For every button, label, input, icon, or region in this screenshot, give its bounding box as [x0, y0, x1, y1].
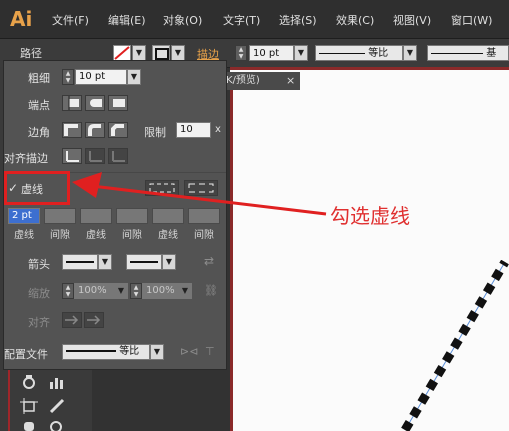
round-cap-button[interactable] [85, 95, 105, 111]
profile-select-value: 等比 [119, 346, 140, 357]
weight-dropdown-icon[interactable]: ▼ [127, 69, 141, 85]
end-arrow-line-icon [130, 261, 158, 263]
dashed-path[interactable] [400, 260, 509, 431]
limit-unit: x [215, 124, 221, 135]
end-scale-input[interactable]: 100% [142, 283, 178, 299]
weight-spinner[interactable]: ▲ ▼ [62, 69, 74, 85]
no-fill-icon [114, 46, 130, 60]
variable-width-profile[interactable]: 等比 [315, 45, 403, 61]
annotation-arrow [72, 172, 327, 216]
app-logo: Ai [10, 7, 33, 31]
zoom-tool-icon[interactable] [48, 420, 66, 431]
menu-file[interactable]: 文件(F) [52, 12, 89, 28]
profile-select-dropdown-icon[interactable]: ▼ [150, 344, 164, 360]
stroke-color-icon [155, 48, 169, 60]
projecting-cap-button[interactable] [108, 95, 128, 111]
stroke-weight-spinner[interactable]: ▲ ▼ [235, 45, 247, 61]
stroke-weight-dropdown-icon[interactable]: ▼ [294, 45, 308, 61]
end-scale-spinner[interactable]: ▲ ▼ [130, 283, 142, 299]
butt-cap-icon [68, 96, 79, 110]
menu-type[interactable]: 文字(T) [223, 12, 260, 28]
swap-arrows-icon[interactable]: ⇄ [204, 254, 214, 268]
align-outside-button[interactable] [108, 148, 128, 164]
align-inside-button[interactable] [85, 148, 105, 164]
brush-line-icon [431, 52, 483, 54]
arrowheads-label: 箭头 [28, 258, 50, 271]
stroke-weight-input[interactable]: 10 pt [249, 45, 294, 61]
align-inside-icon [89, 151, 102, 162]
fill-swatch[interactable] [113, 45, 131, 61]
start-scale-input[interactable]: 100% [74, 283, 114, 299]
profile-line-icon [319, 52, 365, 54]
stroke-swatch[interactable] [152, 45, 170, 61]
arrow-tip-beyond-icon [65, 315, 79, 325]
scale-label: 缩放 [28, 287, 50, 300]
profile-value: 等比 [368, 48, 389, 59]
slice-tool-icon[interactable] [48, 398, 66, 414]
brush-value: 基 [486, 48, 497, 59]
align-stroke-label: 对齐描边 [4, 152, 48, 165]
limit-input[interactable]: 10 [176, 122, 211, 138]
flip-along-icon[interactable]: ⊳⊲ [180, 345, 198, 358]
dash-1-label: 虚线 [14, 230, 34, 241]
flip-across-icon[interactable]: ⊤ [205, 345, 215, 358]
limit-label: 限制 [144, 126, 166, 139]
annotation-text: 勾选虚线 [330, 204, 410, 228]
arrow-tip-at-end-button[interactable] [84, 312, 104, 328]
round-join-icon [88, 124, 101, 136]
butt-cap-button[interactable] [62, 95, 82, 111]
stroke-dropdown-icon[interactable]: ▼ [171, 45, 185, 61]
hand-tool-icon[interactable] [20, 420, 38, 431]
round-join-button[interactable] [85, 122, 105, 138]
start-arrow-dropdown-icon[interactable]: ▼ [98, 254, 112, 270]
align-center-icon [66, 151, 79, 162]
profile-dropdown-icon[interactable]: ▼ [403, 45, 417, 61]
bevel-join-icon [111, 124, 124, 136]
dashed-highlight-box [4, 171, 70, 205]
start-scale-spinner[interactable]: ▲ ▼ [62, 283, 74, 299]
corner-label: 边角 [28, 126, 50, 139]
end-scale-dropdown-icon[interactable]: ▼ [178, 283, 192, 299]
brush-definition[interactable]: 基 [427, 45, 509, 61]
weight-label: 粗细 [28, 72, 50, 85]
column-graph-icon[interactable] [48, 374, 66, 390]
align-center-button[interactable] [62, 148, 82, 164]
menu-effect[interactable]: 效果(C) [336, 12, 374, 28]
round-cap-icon [90, 99, 102, 107]
start-scale-dropdown-icon[interactable]: ▼ [114, 283, 128, 299]
miter-join-icon [64, 124, 78, 136]
link-scale-icon[interactable]: ⛓ [204, 284, 218, 297]
menu-select[interactable]: 选择(S) [279, 12, 317, 28]
menu-object[interactable]: 对象(O) [163, 12, 202, 28]
profile-label: 配置文件 [4, 348, 48, 361]
canvas-left-border [230, 90, 233, 431]
profile-select-line-icon [66, 350, 116, 352]
align-outside-icon [112, 151, 125, 162]
canvas-top-border [230, 67, 509, 70]
weight-input[interactable]: 10 pt [75, 69, 127, 85]
arrow-tip-beyond-button[interactable] [62, 312, 82, 328]
end-arrow-select[interactable] [126, 254, 162, 270]
arrow-align-label: 对齐 [28, 316, 50, 329]
close-tab-icon[interactable]: × [286, 72, 295, 90]
projecting-cap-icon [113, 99, 125, 107]
end-arrow-dropdown-icon[interactable]: ▼ [162, 254, 176, 270]
miter-join-button[interactable] [62, 122, 82, 138]
menu-view[interactable]: 视图(V) [393, 12, 431, 28]
fill-dropdown-icon[interactable]: ▼ [132, 45, 146, 61]
menu-window[interactable]: 窗口(W) [451, 12, 492, 28]
bevel-join-button[interactable] [108, 122, 128, 138]
symbol-sprayer-icon[interactable] [20, 374, 38, 390]
arrow-tip-at-end-icon [87, 315, 101, 325]
artboard-tool-icon[interactable] [20, 398, 38, 414]
start-arrow-select[interactable] [62, 254, 98, 270]
menu-edit[interactable]: 编辑(E) [108, 12, 146, 28]
path-label: 路径 [20, 47, 42, 60]
cap-label: 端点 [28, 99, 50, 112]
start-arrow-line-icon [66, 261, 94, 263]
profile-select[interactable]: 等比 [62, 344, 150, 360]
dash-1-input[interactable]: 2 pt [8, 208, 40, 224]
